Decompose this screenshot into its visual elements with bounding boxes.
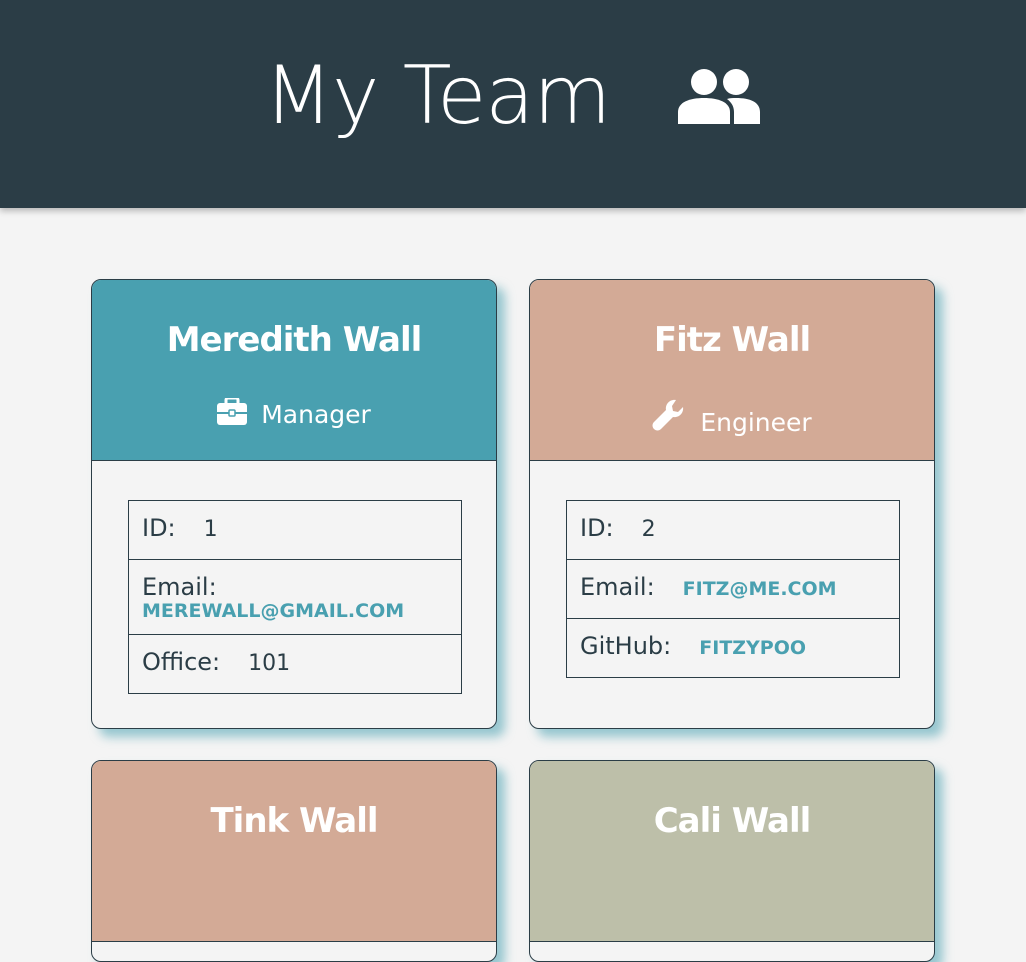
id-label: ID: — [580, 514, 614, 542]
briefcase-icon — [217, 398, 248, 425]
card-header: Meredith Wall Manager — [92, 280, 496, 461]
id-value: 2 — [641, 517, 656, 542]
employee-role: Engineer — [530, 398, 934, 438]
wrench-icon — [652, 399, 684, 431]
employee-card-manager: Meredith Wall Manager ID: 1 Email: MEREWA… — [91, 279, 497, 729]
card-header: Tink Wall — [92, 761, 496, 942]
id-row: ID: 2 — [567, 501, 899, 560]
card-header: Cali Wall — [530, 761, 934, 942]
employee-card-other: Cali Wall — [529, 760, 935, 962]
email-link[interactable]: FITZ@ME.COM — [683, 578, 837, 600]
role-label: Manager — [261, 400, 371, 429]
github-label: GitHub: — [580, 632, 672, 660]
employee-card-engineer: Fitz Wall Engineer ID: 2 Email: FITZ@ME.CO… — [529, 279, 935, 729]
office-label: Office: — [142, 648, 221, 676]
office-row: Office: 101 — [129, 635, 461, 693]
employee-name: Tink Wall — [210, 801, 378, 841]
info-table: ID: 1 Email: MEREWALL@GMAIL.COM Office: 10… — [128, 500, 462, 694]
employee-card-intern: Tink Wall — [91, 760, 497, 962]
info-table: ID: 2 Email: FITZ@ME.COM GitHub: FITZYPOO — [566, 500, 900, 678]
email-row: Email: MEREWALL@GMAIL.COM — [129, 560, 461, 635]
github-row: GitHub: FITZYPOO — [567, 619, 899, 677]
email-label: Email: — [142, 573, 217, 601]
id-row: ID: 1 — [129, 501, 461, 560]
github-link[interactable]: FITZYPOO — [699, 637, 806, 659]
employee-name: Fitz Wall — [653, 320, 811, 360]
id-value: 1 — [203, 517, 218, 542]
page-title: My Team — [264, 49, 611, 142]
email-link[interactable]: MEREWALL@GMAIL.COM — [142, 600, 448, 622]
employee-role: Manager — [92, 398, 496, 430]
employee-name: Cali Wall — [653, 801, 812, 841]
page-header: My Team — [0, 0, 1026, 208]
card-header: Fitz Wall Engineer — [530, 280, 934, 461]
users-icon — [678, 69, 760, 124]
employee-name: Meredith Wall — [166, 320, 423, 360]
role-label: Engineer — [700, 408, 812, 437]
email-row: Email: FITZ@ME.COM — [567, 560, 899, 619]
id-label: ID: — [142, 514, 176, 542]
office-value: 101 — [248, 651, 291, 676]
email-label: Email: — [580, 573, 655, 601]
